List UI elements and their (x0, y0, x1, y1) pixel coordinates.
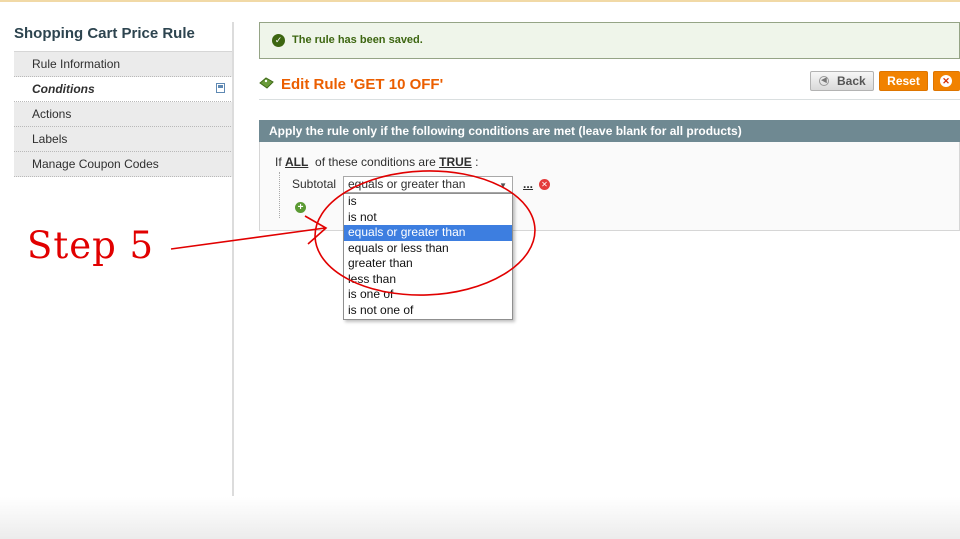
tab-conditions[interactable]: Conditions (14, 77, 233, 102)
tab-label: Labels (32, 132, 68, 146)
tab-labels[interactable]: Labels (14, 127, 233, 152)
top-border (0, 0, 960, 2)
annotation-arrow-line (170, 227, 326, 250)
edit-rule-icon (259, 77, 274, 89)
condition-tree-line (279, 172, 281, 218)
operator-option-less-than[interactable]: less than (344, 272, 512, 288)
header-divider (259, 99, 960, 100)
sidebar-title: Shopping Cart Price Rule (14, 25, 195, 42)
operator-option-greater-than[interactable]: greater than (344, 256, 512, 272)
operator-option-is[interactable]: is (344, 194, 512, 210)
condition-attribute: Subtotal (292, 177, 337, 191)
tab-label: Actions (32, 107, 72, 121)
bottom-shade (0, 497, 960, 539)
operator-option-is-not[interactable]: is not (344, 210, 512, 226)
condition-value-link[interactable]: ... (523, 177, 533, 191)
condition-middle-text: of these conditions are (315, 155, 436, 169)
success-check-icon: ✓ (272, 34, 285, 47)
page-title: Edit Rule 'GET 10 OFF' (281, 76, 444, 93)
back-button-label: Back (837, 74, 866, 88)
sidebar-divider (232, 22, 234, 496)
tab-label: Rule Information (32, 57, 121, 71)
aggregator-link[interactable]: ALL (285, 155, 308, 169)
remove-condition-icon[interactable]: ✕ (539, 179, 550, 190)
aggregator-value-link[interactable]: TRUE (439, 155, 472, 169)
tab-rule-information[interactable]: Rule Information (14, 51, 233, 77)
operator-select-value: equals or greater than (348, 177, 466, 191)
tab-label: Conditions (32, 82, 95, 96)
operator-option-is-not-one-of[interactable]: is not one of (344, 303, 512, 319)
delete-icon: ✕ (940, 75, 952, 87)
operator-option-is-one-of[interactable]: is one of (344, 287, 512, 303)
sidebar-tabs: Rule Information Conditions Actions Labe… (14, 51, 233, 177)
condition-suffix: : (475, 155, 479, 169)
condition-prefix: If (275, 155, 282, 169)
tab-label: Manage Coupon Codes (32, 157, 159, 171)
delete-button[interactable]: ✕ (933, 71, 960, 91)
tab-manage-coupon-codes[interactable]: Manage Coupon Codes (14, 152, 233, 177)
step-annotation-label: Step 5 (27, 224, 155, 267)
chevron-down-icon: ▼ (499, 181, 507, 190)
back-arrow-icon: ◀ (819, 76, 829, 86)
operator-select[interactable]: equals or greater than ▼ (343, 176, 513, 193)
condition-sentence: If ALL of these conditions are TRUE : (275, 155, 478, 169)
conditions-fieldset-title: Apply the rule only if the following con… (259, 120, 960, 142)
save-changed-icon (216, 83, 225, 93)
tab-actions[interactable]: Actions (14, 102, 233, 127)
back-button[interactable]: ◀ Back (810, 71, 874, 91)
success-message-text: The rule has been saved. (292, 34, 423, 46)
operator-option-equals-or-less-than[interactable]: equals or less than (344, 241, 512, 257)
add-condition-icon[interactable]: + (295, 202, 306, 213)
operator-option-equals-or-greater-than[interactable]: equals or greater than (344, 225, 512, 241)
operator-dropdown-list: is is not equals or greater than equals … (343, 193, 513, 320)
reset-button[interactable]: Reset (879, 71, 928, 91)
success-message: ✓ The rule has been saved. (259, 22, 960, 59)
